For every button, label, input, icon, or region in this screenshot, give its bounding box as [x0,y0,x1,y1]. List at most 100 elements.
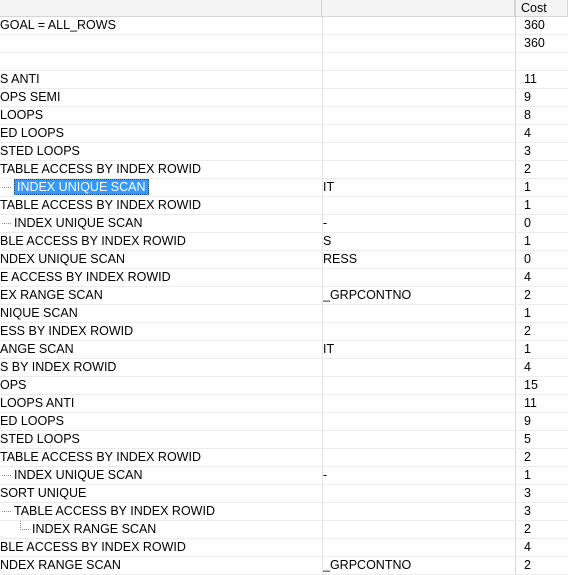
cost-cell[interactable]: 4 [515,269,568,286]
table-row[interactable]: NIQUE SCAN 1 [0,305,568,323]
table-row[interactable]: LOOPS ANTI 11 [0,395,568,413]
operation-cell[interactable]: NIQUE SCAN [0,305,322,322]
explain-plan-grid[interactable]: Cost GOAL = ALL_ROWS 360 360 S ANTI 11 OPS SE… [0,0,568,575]
cost-cell[interactable]: 4 [515,359,568,376]
cost-cell[interactable]: 4 [515,125,568,142]
operation-cell[interactable]: S ANTI [0,71,322,88]
table-row[interactable]: INDEX UNIQUE SCAN -0 [0,215,568,233]
operation-cell[interactable]: STED LOOPS [0,431,322,448]
operation-cell[interactable]: OPS SEMI [0,89,322,106]
table-row[interactable]: NDEX RANGE SCAN _GRPCONTNO 2 [0,557,568,575]
table-row[interactable] [0,53,568,71]
cost-cell[interactable]: 11 [515,71,568,88]
object-cell[interactable] [322,323,515,340]
table-row[interactable]: 360 [0,35,568,53]
object-cell[interactable]: - [322,467,515,484]
object-cell[interactable] [322,377,515,394]
cost-cell[interactable]: 4 [515,539,568,556]
object-cell[interactable] [322,413,515,430]
table-row[interactable]: TABLE ACCESS BY INDEX ROWID 2 [0,161,568,179]
operation-cell[interactable]: ED LOOPS [0,413,322,430]
table-row[interactable]: LOOPS 8 [0,107,568,125]
table-row[interactable]: TABLE ACCESS BY INDEX ROWID 3 [0,503,568,521]
cost-cell[interactable]: 2 [515,323,568,340]
operation-cell[interactable]: E ACCESS BY INDEX ROWID [0,269,322,286]
table-row[interactable]: GOAL = ALL_ROWS 360 [0,17,568,35]
operation-cell[interactable]: TABLE ACCESS BY INDEX ROWID [0,197,322,214]
operation-cell[interactable] [0,53,322,70]
operation-cell[interactable]: BLE ACCESS BY INDEX ROWID [0,233,322,250]
object-cell[interactable]: _GRPCONTNO [322,557,515,574]
object-cell[interactable] [322,359,515,376]
object-cell[interactable] [322,53,515,70]
object-cell[interactable] [322,305,515,322]
object-cell[interactable]: - [322,215,515,232]
object-cell[interactable] [322,89,515,106]
table-row[interactable]: OPS SEMI 9 [0,89,568,107]
object-cell[interactable] [322,485,515,502]
cost-cell[interactable]: 2 [515,287,568,304]
cost-cell[interactable]: 1 [515,341,568,358]
cost-cell[interactable]: 3 [515,503,568,520]
table-row[interactable]: ED LOOPS 4 [0,125,568,143]
object-cell[interactable] [322,161,515,178]
operation-cell[interactable]: OPS [0,377,322,394]
cost-cell[interactable]: 3 [515,485,568,502]
object-cell[interactable]: IT [322,341,515,358]
cost-cell[interactable]: 1 [515,179,568,196]
cost-cell[interactable]: 9 [515,89,568,106]
table-row[interactable]: S ANTI 11 [0,71,568,89]
object-cell[interactable]: RESS [322,251,515,268]
table-row[interactable]: TABLE ACCESS BY INDEX ROWID 1 [0,197,568,215]
object-cell[interactable]: _GRPCONTNO [322,287,515,304]
table-row[interactable]: BLE ACCESS BY INDEX ROWID 4 [0,539,568,557]
object-cell[interactable]: S [322,233,515,250]
table-row[interactable]: INDEX RANGE SCAN 2 [0,521,568,539]
cost-cell[interactable]: 11 [515,395,568,412]
table-row[interactable]: ANGE SCAN IT 1 [0,341,568,359]
object-cell[interactable] [322,521,515,538]
operation-cell[interactable]: INDEX RANGE SCAN [0,521,322,538]
object-cell[interactable] [322,539,515,556]
operation-cell[interactable]: NDEX RANGE SCAN [0,557,322,574]
table-row[interactable]: EX RANGE SCAN _GRPCONTNO 2 [0,287,568,305]
object-cell[interactable] [322,269,515,286]
operation-cell[interactable] [0,35,322,52]
cost-cell[interactable]: 3 [515,143,568,160]
table-row[interactable]: S BY INDEX ROWID 4 [0,359,568,377]
object-cell[interactable]: IT [322,179,515,196]
object-cell[interactable] [322,143,515,160]
table-row[interactable]: ESS BY INDEX ROWID 2 [0,323,568,341]
table-row[interactable]: INDEX UNIQUE SCAN -1 [0,467,568,485]
operation-cell[interactable]: TABLE ACCESS BY INDEX ROWID [0,449,322,466]
object-cell[interactable] [322,431,515,448]
cost-cell[interactable]: 1 [515,233,568,250]
table-row[interactable]: SORT UNIQUE 3 [0,485,568,503]
table-row[interactable]: ED LOOPS 9 [0,413,568,431]
object-cell[interactable] [322,17,515,34]
table-row[interactable]: TABLE ACCESS BY INDEX ROWID 2 [0,449,568,467]
table-row[interactable]: E ACCESS BY INDEX ROWID 4 [0,269,568,287]
object-cell[interactable] [322,35,515,52]
header-operation-column[interactable] [0,0,322,17]
cost-cell[interactable]: 0 [515,215,568,232]
cost-cell[interactable]: 8 [515,107,568,124]
object-cell[interactable] [322,71,515,88]
cost-cell[interactable]: 9 [515,413,568,430]
operation-cell[interactable]: INDEX UNIQUE SCAN [0,467,322,484]
cost-cell[interactable]: 0 [515,251,568,268]
operation-cell[interactable]: LOOPS [0,107,322,124]
operation-cell[interactable]: NDEX UNIQUE SCAN [0,251,322,268]
operation-cell[interactable]: INDEX UNIQUE SCAN [0,179,322,196]
cost-cell[interactable]: 1 [515,467,568,484]
header-object-column[interactable] [322,0,515,17]
cost-cell[interactable]: 2 [515,161,568,178]
table-row[interactable]: STED LOOPS 5 [0,431,568,449]
operation-cell[interactable]: STED LOOPS [0,143,322,160]
object-cell[interactable] [322,197,515,214]
cost-cell[interactable]: 1 [515,305,568,322]
cost-cell[interactable]: 15 [515,377,568,394]
operation-cell[interactable]: S BY INDEX ROWID [0,359,322,376]
operation-cell[interactable]: GOAL = ALL_ROWS [0,17,322,34]
cost-cell[interactable]: 2 [515,557,568,574]
